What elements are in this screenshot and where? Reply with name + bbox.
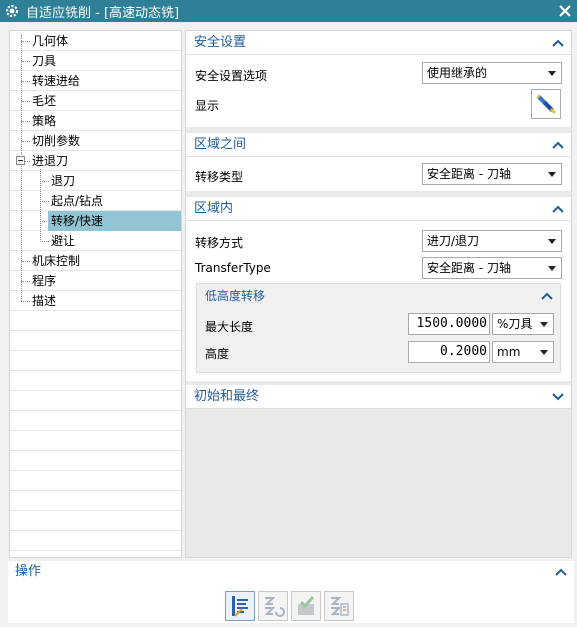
replay-icon: [264, 597, 285, 617]
tree-row: [10, 531, 181, 551]
tree-item-machine-control[interactable]: 机床控制: [29, 251, 83, 271]
height-unit-select[interactable]: mm: [492, 341, 554, 363]
height-label: 高度: [205, 347, 230, 361]
max-length-label: 最大长度: [205, 320, 254, 334]
between-regions-title: 区域之间: [194, 137, 247, 152]
tree-item-feeds-speeds[interactable]: 转速进给: [29, 71, 83, 91]
height-unit-value: mm: [497, 345, 521, 359]
chevron-up-icon: [552, 141, 564, 149]
height-input[interactable]: 0.2000: [408, 341, 490, 363]
chevron-down-icon: [552, 393, 564, 401]
transfer-type-select[interactable]: 安全距离 - 刀轴: [422, 163, 562, 185]
dropdown-arrow-icon: [540, 322, 548, 327]
close-icon: [559, 5, 571, 17]
initial-final-header[interactable]: 初始和最终: [186, 385, 571, 409]
low-height-transfer-group: 低高度转移 最大长度 1500.0000 %刀具 高度 0.2000 mm: [196, 283, 561, 373]
navigation-tree: 几何体 刀具 转速进给 毛坯 策略 切削参数 进退刀 退刀 起点/钻点 转移/快…: [9, 30, 182, 558]
verify-button[interactable]: [291, 591, 321, 621]
tree-row: [10, 491, 181, 511]
tree-item-geometry[interactable]: 几何体: [29, 31, 71, 51]
initial-final-section: 初始和最终: [186, 385, 571, 409]
transfer-method-label: 转移方式: [195, 236, 244, 250]
chevron-up-icon: [555, 568, 567, 576]
safety-section: 安全设置 安全设置选项 使用继承的 显示: [186, 31, 571, 127]
settings-panel: 安全设置 安全设置选项 使用继承的 显示 区域之间 转移类型 安全距离 - 刀轴: [185, 30, 572, 558]
tree-row: [10, 311, 181, 331]
tree-row: [10, 451, 181, 471]
collapse-toggle[interactable]: [16, 156, 25, 165]
tree-row: [10, 231, 181, 251]
tree-row: [10, 391, 181, 411]
safety-option-select[interactable]: 使用继承的: [422, 62, 562, 84]
display-label: 显示: [195, 99, 220, 113]
low-height-transfer-header[interactable]: 低高度转移: [197, 284, 560, 308]
list-icon: [330, 597, 349, 616]
transfer-method-value: 进刀/退刀: [427, 234, 480, 248]
window-title: 自适应铣削 - [高速动态铣]: [26, 5, 180, 21]
safety-section-title: 安全设置: [194, 35, 247, 50]
tree-row: [10, 431, 181, 451]
generate-button[interactable]: [225, 591, 255, 621]
dropdown-arrow-icon: [540, 350, 548, 355]
tree-row: [10, 331, 181, 351]
display-button[interactable]: [531, 89, 561, 119]
replay-button[interactable]: [258, 591, 288, 621]
flashlight-icon: [536, 94, 556, 114]
tree-item-blank[interactable]: 毛坯: [29, 91, 59, 111]
safety-section-header[interactable]: 安全设置: [186, 31, 571, 55]
max-length-input[interactable]: 1500.0000: [408, 313, 490, 335]
chevron-up-icon: [552, 39, 564, 47]
dropdown-arrow-icon: [548, 71, 556, 76]
tree-item-cut-params[interactable]: 切削参数: [29, 131, 83, 151]
tree-row: [10, 171, 181, 191]
chevron-up-icon: [541, 292, 553, 300]
initial-final-title: 初始和最终: [194, 389, 260, 404]
transfer-method-select[interactable]: 进刀/退刀: [422, 230, 562, 252]
within-region-title: 区域内: [194, 201, 234, 216]
tree-item-program[interactable]: 程序: [29, 271, 59, 291]
transfer-type-label: 转移类型: [195, 170, 244, 184]
between-regions-section: 区域之间 转移类型 安全距离 - 刀轴: [186, 133, 571, 191]
max-length-unit-value: %刀具: [497, 317, 533, 331]
max-length-unit-select[interactable]: %刀具: [492, 313, 554, 335]
list-button[interactable]: [324, 591, 354, 621]
tree-item-avoidance[interactable]: 避让: [48, 231, 78, 251]
verify-icon: [298, 596, 315, 615]
tree-row: [10, 411, 181, 431]
transfer-type-value: 安全距离 - 刀轴: [427, 167, 511, 181]
title-bar: 自适应铣削 - [高速动态铣]: [0, 0, 577, 22]
transfertype-label: TransferType: [195, 261, 271, 275]
dropdown-arrow-icon: [548, 172, 556, 177]
tree-item-tool[interactable]: 刀具: [29, 51, 59, 71]
actions-panel: 操作: [8, 561, 574, 623]
safety-option-value: 使用继承的: [427, 66, 488, 80]
generate-icon: [232, 596, 248, 617]
tree-item-description[interactable]: 描述: [29, 291, 59, 311]
gear-icon: [5, 4, 19, 18]
within-region-section: 区域内 转移方式 进刀/退刀 TransferType 安全距离 - 刀轴 低高…: [186, 197, 571, 381]
low-height-transfer-title: 低高度转移: [205, 289, 266, 303]
tree-row: [10, 471, 181, 491]
tree-item-engage-retract[interactable]: 进退刀: [29, 151, 71, 171]
transfertype-value: 安全距离 - 刀轴: [427, 261, 511, 275]
between-regions-header[interactable]: 区域之间: [186, 133, 571, 157]
tree-row: [10, 351, 181, 371]
actions-header[interactable]: 操作: [8, 561, 574, 583]
actions-title: 操作: [15, 564, 42, 579]
tree-connector: [40, 169, 41, 242]
tree-row: [10, 511, 181, 531]
tree-item-retract[interactable]: 退刀: [48, 171, 78, 191]
transfertype-select[interactable]: 安全距离 - 刀轴: [422, 257, 562, 279]
chevron-up-icon: [552, 205, 564, 213]
tree-row: [10, 371, 181, 391]
dropdown-arrow-icon: [548, 266, 556, 271]
dropdown-arrow-icon: [548, 239, 556, 244]
tree-item-strategy[interactable]: 策略: [29, 111, 59, 131]
tree-item-transfer-rapid[interactable]: 转移/快速: [48, 211, 181, 231]
close-button[interactable]: [555, 1, 575, 21]
safety-option-label: 安全设置选项: [195, 69, 268, 83]
within-region-header[interactable]: 区域内: [186, 197, 571, 221]
tree-item-start-drill-point[interactable]: 起点/钻点: [48, 191, 106, 211]
